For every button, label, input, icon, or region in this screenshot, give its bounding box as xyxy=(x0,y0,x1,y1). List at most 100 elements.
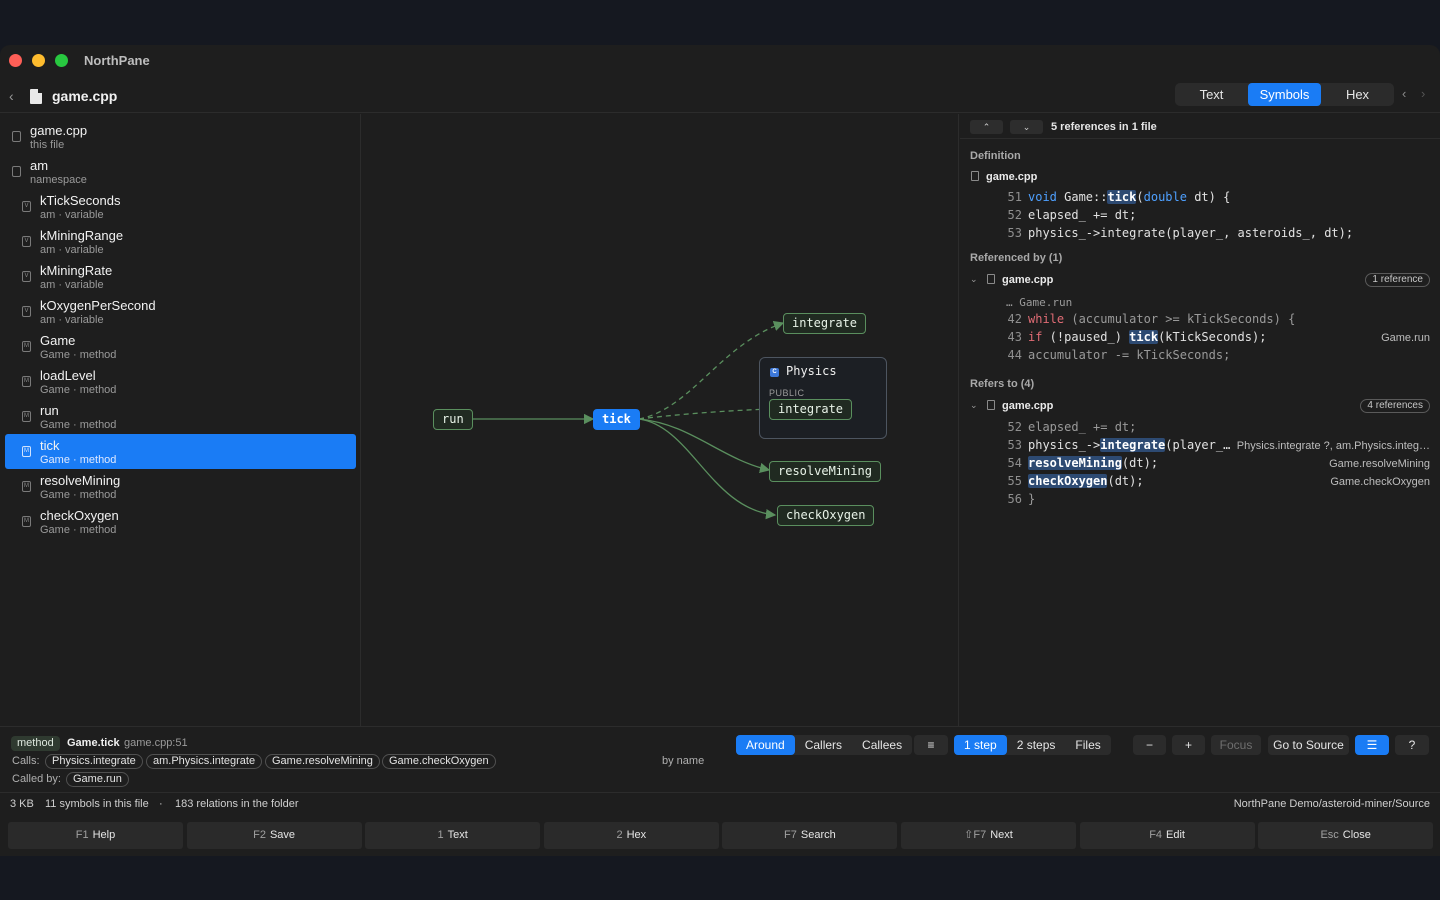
code-line[interactable]: 44 accumulator -= kTickSeconds; xyxy=(1000,348,1231,362)
symbol-item[interactable]: McheckOxygen Game · method xyxy=(5,504,356,539)
function-key-button[interactable]: F1 Help xyxy=(8,822,183,849)
tab-files[interactable]: Files xyxy=(1065,735,1110,755)
focus-button[interactable]: Focus xyxy=(1211,735,1261,755)
folder-path: NorthPane Demo/asteroid-miner/Source xyxy=(1233,798,1430,810)
tab-callers[interactable]: Callers xyxy=(795,735,852,755)
code-line[interactable]: 43 if (!paused_) tick(kTickSeconds); xyxy=(1000,330,1266,344)
minimize-window-button[interactable] xyxy=(32,54,45,67)
tab-1-step[interactable]: 1 step xyxy=(954,735,1007,755)
symbol-subtitle: Game · method xyxy=(40,419,117,431)
zoom-window-button[interactable] xyxy=(55,54,68,67)
reference-count: 5 references in 1 file xyxy=(1051,121,1157,133)
function-key-button[interactable]: F4 Edit xyxy=(1079,822,1255,849)
variable-icon: V xyxy=(22,236,31,247)
code-line[interactable]: 53 physics_->integrate(player_… xyxy=(1000,438,1230,452)
next-reference-button[interactable]: ⌄ xyxy=(1010,120,1043,134)
sort-label[interactable]: by name xyxy=(662,755,704,767)
class-icon: C xyxy=(770,368,779,377)
function-key-button[interactable]: Esc Close xyxy=(1258,822,1434,849)
view-mode-switcher: Text Symbols Hex xyxy=(1175,83,1394,106)
graph-node-resolvemining[interactable]: resolveMining xyxy=(769,461,881,482)
caller-chip[interactable]: Game.run xyxy=(66,772,129,787)
references-panel: ⌃ ⌄ 5 references in 1 file Definition ga… xyxy=(960,114,1440,726)
graph-node-physics-integrate[interactable]: integrate xyxy=(769,399,853,420)
call-chip[interactable]: Physics.integrate xyxy=(45,754,143,769)
definition-file[interactable]: game.cpp xyxy=(986,171,1037,183)
symbol-item[interactable]: VkMiningRate am · variable xyxy=(5,259,356,294)
tab-2-steps[interactable]: 2 steps xyxy=(1007,735,1066,755)
symbol-item[interactable]: VkMiningRange am · variable xyxy=(5,224,356,259)
edge-tick-resolvemining xyxy=(638,418,771,474)
code-line[interactable]: 55 checkOxygen(dt); xyxy=(1000,474,1144,488)
symbol-item[interactable]: game.cpp this file xyxy=(5,119,356,154)
symbol-name: kMiningRate xyxy=(40,263,113,278)
variable-icon: V xyxy=(22,306,31,317)
graph-node-tick[interactable]: tick xyxy=(593,409,640,430)
call-chip[interactable]: Game.resolveMining xyxy=(265,754,380,769)
disclosure-chevron-icon[interactable]: ⌄ xyxy=(970,274,978,285)
symbol-location[interactable]: game.cpp:51 xyxy=(124,737,188,749)
go-to-source-button[interactable]: Go to Source xyxy=(1268,735,1349,755)
tab-callees[interactable]: Callees xyxy=(852,735,912,755)
close-window-button[interactable] xyxy=(9,54,22,67)
graph-node-run[interactable]: run xyxy=(433,409,473,430)
layout-toggle-icon[interactable]: ☰ xyxy=(1355,735,1389,755)
direction-switcher: Around Callers Callees xyxy=(736,735,913,755)
symbol-item[interactable]: Mtick Game · method xyxy=(5,434,356,469)
tab-text[interactable]: Text xyxy=(1175,83,1248,106)
refers-to-file[interactable]: game.cpp xyxy=(1002,400,1053,412)
symbol-item[interactable]: VkOxygenPerSecond am · variable xyxy=(5,294,356,329)
previous-reference-button[interactable]: ⌃ xyxy=(970,120,1003,134)
function-key-shortcut: 1 xyxy=(437,829,444,841)
references-header: ⌃ ⌄ 5 references in 1 file xyxy=(960,114,1440,139)
function-key-shortcut: 2 xyxy=(616,829,623,841)
symbol-item[interactable]: M Game Game · method xyxy=(5,329,356,364)
code-line[interactable]: 54 resolveMining(dt); xyxy=(1000,456,1158,470)
symbol-name: run xyxy=(40,403,59,418)
code-line[interactable]: 52 elapsed_ += dt; xyxy=(1000,420,1137,434)
code-line[interactable]: 53 physics_->integrate(player_, asteroids… xyxy=(1000,226,1354,240)
graph-node-integrate[interactable]: integrate xyxy=(783,313,867,334)
method-icon: M xyxy=(22,481,31,492)
code-line[interactable]: 42 while (accumulator >= kTickSeconds) { xyxy=(1000,312,1296,326)
symbol-subtitle: Game · method xyxy=(40,454,117,466)
function-key-button[interactable]: 2 Hex xyxy=(543,822,719,849)
graph-cluster-physics[interactable]: C Physics PUBLIC xyxy=(759,357,887,439)
depth-switcher: 1 step 2 steps Files xyxy=(954,735,1111,755)
function-key-button[interactable]: F7 Search xyxy=(722,822,898,849)
tab-hex[interactable]: Hex xyxy=(1321,83,1394,106)
function-key-button[interactable]: 1 Text xyxy=(365,822,541,849)
filter-icon[interactable]: ≡ xyxy=(914,735,948,755)
symbol-item[interactable]: VkTickSeconds am · variable xyxy=(5,189,356,224)
tab-around[interactable]: Around xyxy=(736,735,795,755)
graph-node-checkoxygen[interactable]: checkOxygen xyxy=(777,505,875,526)
symbol-item[interactable]: MresolveMining Game · method xyxy=(5,469,356,504)
symbol-item[interactable]: Mrun Game · method xyxy=(5,399,356,434)
code-line[interactable]: 52 elapsed_ += dt; xyxy=(1000,208,1137,222)
namespace-icon xyxy=(12,166,21,177)
callee-label: Physics.integrate ?, am.Physics.integ… xyxy=(1236,440,1430,452)
next-chevron-icon[interactable]: › xyxy=(1421,86,1425,101)
referenced-by-file[interactable]: game.cpp xyxy=(1002,274,1053,286)
previous-chevron-icon[interactable]: ‹ xyxy=(1402,86,1406,101)
variable-icon: V xyxy=(22,271,31,282)
tab-symbols[interactable]: Symbols xyxy=(1248,83,1321,106)
zoom-out-icon[interactable]: − xyxy=(1133,735,1166,755)
symbol-item[interactable]: am namespace xyxy=(5,154,356,189)
call-chip[interactable]: Game.checkOxygen xyxy=(382,754,496,769)
code-line[interactable]: 56} xyxy=(1000,492,1036,506)
title-bar: NorthPane xyxy=(0,45,1440,76)
function-key-button[interactable]: ⇧F7 Next xyxy=(901,822,1076,849)
method-icon: M xyxy=(22,516,31,527)
app-title: NorthPane xyxy=(84,53,150,68)
help-icon[interactable]: ? xyxy=(1395,735,1429,755)
back-chevron-icon[interactable]: ‹ xyxy=(9,88,14,104)
zoom-in-icon[interactable]: + xyxy=(1172,735,1205,755)
disclosure-chevron-icon[interactable]: ⌄ xyxy=(970,400,978,411)
referenced-by-heading: Referenced by (1) xyxy=(970,252,1063,264)
function-key-button[interactable]: F2 Save xyxy=(186,822,362,849)
code-line[interactable]: 51 void Game::tick(double dt) { xyxy=(1000,190,1230,204)
call-chip[interactable]: am.Physics.integrate xyxy=(146,754,263,769)
symbol-item[interactable]: MloadLevel Game · method xyxy=(5,364,356,399)
function-key-shortcut: ⇧F7 xyxy=(964,829,987,841)
